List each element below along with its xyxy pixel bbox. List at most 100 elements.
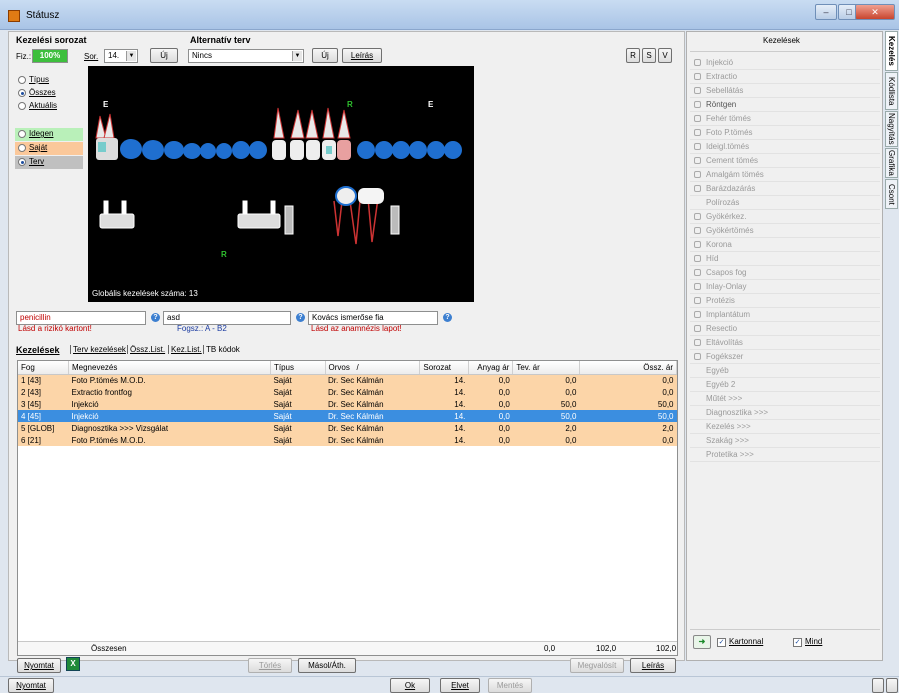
tab-ossz-list[interactable]: Össz.List. — [127, 345, 165, 354]
mind-checkbox[interactable]: ✓ — [793, 638, 802, 647]
view-option-osszes[interactable]: Összes — [29, 88, 56, 97]
palette-item-egyeb-2[interactable]: Egyéb 2 — [690, 378, 880, 392]
v-button[interactable]: V — [658, 48, 672, 63]
radio-terv[interactable] — [18, 158, 26, 166]
palette-item-rontgen[interactable]: Röntgen — [690, 98, 880, 112]
realize-button[interactable]: Megvalósít — [570, 658, 624, 673]
close-button[interactable]: ✕ — [855, 4, 895, 20]
palette-item-inlay-onlay[interactable]: Inlay-Onlay — [690, 280, 880, 294]
radio-tipus[interactable] — [18, 76, 26, 84]
radio-idegen[interactable] — [18, 130, 26, 138]
legend-terv[interactable]: Terv — [15, 156, 83, 169]
r-button[interactable]: R — [626, 48, 640, 63]
palette-item-barazdazaras[interactable]: Barázdazárás — [690, 182, 880, 196]
footer-small-button[interactable] — [872, 678, 884, 693]
col-sorozat[interactable]: Sorozat — [419, 361, 469, 375]
table-row[interactable]: 2 [43] Extractio frontfog Saját Dr. Sec Kál… — [18, 386, 677, 398]
delete-button[interactable]: Törlés — [248, 658, 292, 673]
col-ossz-ar[interactable]: Össz. ár — [579, 361, 678, 375]
kartonnal-checkbox[interactable]: ✓ — [717, 638, 726, 647]
view-option-aktualis[interactable]: Aktuális — [29, 101, 57, 110]
side-tab-kezeles[interactable]: Kezelés — [885, 31, 898, 71]
table-row[interactable]: 3 [45] Injekció Saját Dr. Sec Kálmán 14. 0,0 5… — [18, 398, 677, 410]
ok-button[interactable]: Ok — [390, 678, 430, 693]
legend-sajat[interactable]: Saját — [15, 142, 83, 155]
copy-button[interactable]: Másol/Áth. — [298, 658, 356, 673]
alt-new-button[interactable]: Új — [312, 48, 338, 63]
col-megnevezes[interactable]: Megnevezés — [68, 361, 271, 375]
shade-field[interactable]: asd — [163, 311, 291, 325]
col-anyag-ar[interactable]: Anyag ár — [468, 361, 514, 375]
palette-item-amalgam-tomes[interactable]: Amalgám tömés — [690, 168, 880, 182]
palette-item-resectio[interactable]: Resectio — [690, 322, 880, 336]
info-icon[interactable]: ? — [296, 313, 305, 322]
footer-print-button[interactable]: Nyomtat — [8, 678, 54, 693]
anamnesis-field[interactable]: Kovács ismerőse fia — [308, 311, 438, 325]
minimize-button[interactable]: – — [815, 4, 837, 20]
side-tab-grafika[interactable]: Grafika — [885, 148, 898, 178]
palette-item-protezis[interactable]: Protézis — [690, 294, 880, 308]
treatments-table[interactable]: Fog Megnevezés Típus Orvos / Sorozat Any… — [17, 360, 678, 656]
side-tab-csont[interactable]: Csont — [885, 179, 898, 209]
palette-item-mutet[interactable]: Műtét >>> — [690, 392, 880, 406]
dental-chart[interactable]: E R E R Globális kezelések száma: 13 — [88, 66, 474, 302]
palette-item-eltavolitas[interactable]: Eltávolítás — [690, 336, 880, 350]
info-icon[interactable]: ? — [151, 313, 160, 322]
table-row[interactable]: 1 [43] Foto P.tömés M.O.D. Saját Dr. Sec Ká… — [18, 374, 677, 386]
side-tab-nagyitas[interactable]: Nagyítás — [885, 111, 898, 147]
palette-item-korona[interactable]: Korona — [690, 238, 880, 252]
col-fog[interactable]: Fog — [18, 361, 69, 375]
treatment-palette: Kezelések Injekció Extractio Sebellátás … — [686, 31, 883, 661]
palette-item-extractio[interactable]: Extractio — [690, 70, 880, 84]
footer-small-button[interactable] — [886, 678, 898, 693]
table-row[interactable]: 5 [GLOB] Diagnosztika >>> Vizsgálat Saját D… — [18, 422, 677, 434]
radio-aktualis[interactable] — [18, 102, 26, 110]
excel-icon[interactable]: X — [66, 657, 80, 671]
palette-item-fogekszer[interactable]: Fogékszer — [690, 350, 880, 364]
palette-item-injekcio[interactable]: Injekció — [690, 56, 880, 70]
tab-kezelesek[interactable]: Kezelések — [16, 345, 60, 355]
apply-arrow-icon[interactable]: ➜ — [693, 635, 711, 649]
table-row[interactable]: 6 [21] Foto P.tömés M.O.D. Saját Dr. Sec Ká… — [18, 434, 677, 446]
alt-desc-button[interactable]: Leírás — [342, 48, 382, 63]
palette-item-cement-tomes[interactable]: Cement tömés — [690, 154, 880, 168]
palette-item-sebellatas[interactable]: Sebellátás — [690, 84, 880, 98]
col-tipus[interactable]: Típus — [270, 361, 326, 375]
col-tev-ar[interactable]: Tev. ár — [512, 361, 580, 375]
s-button[interactable]: S — [642, 48, 656, 63]
palette-item-ideigl-tomes[interactable]: Ideigl.tömés — [690, 140, 880, 154]
fiz-field[interactable]: 100% — [32, 49, 68, 63]
palette-item-implantatum[interactable]: Implantátum — [690, 308, 880, 322]
palette-item-gyokertomes[interactable]: Gyökértömés — [690, 224, 880, 238]
print-button[interactable]: Nyomtat — [17, 658, 61, 673]
reject-button[interactable]: Elvet — [440, 678, 480, 693]
col-orvos[interactable]: Orvos / — [325, 361, 421, 375]
sor-select[interactable]: 14. ▼ — [104, 49, 138, 63]
table-row-selected[interactable]: 4 [45] Injekció Saját Dr. Sec Kálmán 14. 0,0 5… — [18, 410, 677, 422]
radio-sajat[interactable] — [18, 144, 26, 152]
palette-item-kezeles[interactable]: Kezelés >>> — [690, 420, 880, 434]
desc-button[interactable]: Leírás — [630, 658, 676, 673]
side-tab-kodlista[interactable]: Kódlista — [885, 72, 898, 110]
palette-item-szakag[interactable]: Szakág >>> — [690, 434, 880, 448]
palette-item-diagnosztika[interactable]: Diagnosztika >>> — [690, 406, 880, 420]
alt-plan-select[interactable]: Nincs ▼ — [188, 49, 304, 63]
new-series-button[interactable]: Új — [150, 48, 178, 63]
legend-idegen[interactable]: Idegen — [15, 128, 83, 141]
palette-item-feher-tomes[interactable]: Fehér tömés — [690, 112, 880, 126]
radio-osszes[interactable] — [18, 89, 26, 97]
palette-item-egyeb[interactable]: Egyéb — [690, 364, 880, 378]
palette-item-csapos-fog[interactable]: Csapos fog — [690, 266, 880, 280]
palette-item-polirozas[interactable]: Polírozás — [690, 196, 880, 210]
risk-field[interactable]: penicillin — [16, 311, 146, 325]
palette-item-foto-tomes[interactable]: Foto P.tömés — [690, 126, 880, 140]
palette-item-protetika[interactable]: Protetika >>> — [690, 448, 880, 462]
view-option-tipus[interactable]: Típus — [29, 75, 49, 84]
palette-item-gyokerkez[interactable]: Gyökérkez. — [690, 210, 880, 224]
info-icon[interactable]: ? — [443, 313, 452, 322]
tab-tb-kodok[interactable]: TB kódok — [203, 345, 240, 354]
save-button[interactable]: Mentés — [488, 678, 532, 693]
tab-terv-kezelesek[interactable]: Terv kezelések — [70, 345, 126, 354]
tab-kez-list[interactable]: Kez.List. — [168, 345, 202, 354]
palette-item-hid[interactable]: Híd — [690, 252, 880, 266]
